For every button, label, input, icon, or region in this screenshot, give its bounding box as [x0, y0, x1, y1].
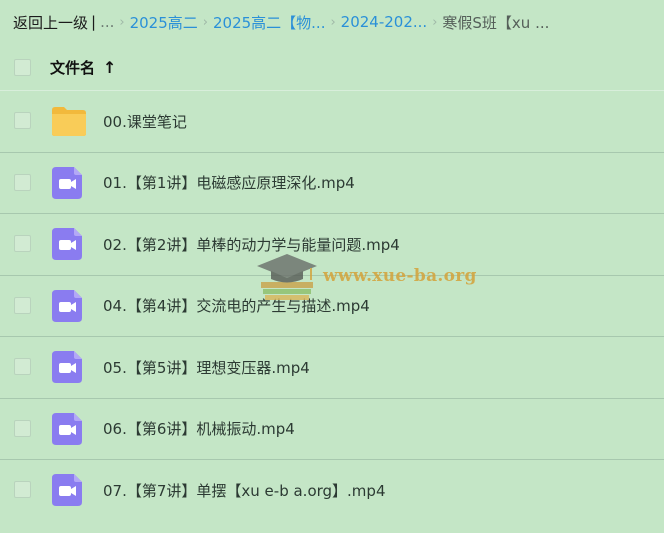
- table-row[interactable]: 01.【第1讲】电磁感应原理深化.mp4: [0, 151, 664, 214]
- table-row[interactable]: 05.【第5讲】理想变压器.mp4: [0, 336, 664, 398]
- file-name[interactable]: 00.课堂笔记: [103, 111, 187, 132]
- file-name[interactable]: 04.【第4讲】交流电的产生与描述.mp4: [103, 295, 370, 316]
- breadcrumb-current: 寒假S班【xu ...: [442, 13, 550, 32]
- row-checkbox[interactable]: [14, 419, 31, 437]
- chevron-right-icon: ›: [202, 14, 208, 30]
- chevron-right-icon: ›: [330, 14, 336, 30]
- breadcrumb-ellipsis[interactable]: ...: [100, 13, 114, 31]
- video-icon: [52, 474, 82, 506]
- file-list: 00.课堂笔记 01.【第1讲】电磁感应原理深化.mp4 02.【第2讲】单棒的…: [0, 90, 664, 521]
- breadcrumb-item[interactable]: 2025高二: [130, 12, 198, 33]
- chevron-right-icon: ›: [432, 14, 438, 30]
- breadcrumb-item[interactable]: 2024-202...: [341, 13, 428, 31]
- table-row[interactable]: 02.【第2讲】单棒的动力学与能量问题.mp4: [0, 213, 664, 275]
- sort-by-name-header[interactable]: 文件名 ↑: [50, 57, 116, 78]
- file-name[interactable]: 05.【第5讲】理想变压器.mp4: [103, 357, 310, 378]
- select-all-checkbox[interactable]: [14, 58, 31, 76]
- file-name[interactable]: 06.【第6讲】机械振动.mp4: [103, 418, 295, 439]
- breadcrumb-item[interactable]: 2025高二【物...: [213, 12, 325, 33]
- video-icon: [52, 228, 82, 260]
- video-icon: [52, 351, 82, 383]
- row-checkbox[interactable]: [14, 481, 31, 498]
- video-icon: [52, 166, 82, 199]
- row-checkbox[interactable]: [14, 358, 31, 375]
- arrow-up-icon: ↑: [103, 57, 117, 77]
- table-row[interactable]: 00.课堂笔记: [0, 90, 664, 152]
- breadcrumb-divider: |: [91, 13, 97, 31]
- column-header-label: 文件名: [50, 58, 96, 77]
- video-icon: [52, 412, 82, 445]
- table-row[interactable]: 06.【第6讲】机械振动.mp4: [0, 397, 664, 460]
- folder-icon: [52, 107, 86, 136]
- table-row[interactable]: 07.【第7讲】单摆【xu e-b a.org】.mp4: [0, 459, 664, 521]
- row-checkbox[interactable]: [14, 112, 31, 129]
- video-icon: [52, 289, 82, 322]
- file-name[interactable]: 07.【第7讲】单摆【xu e-b a.org】.mp4: [103, 480, 386, 501]
- file-name[interactable]: 02.【第2讲】单棒的动力学与能量问题.mp4: [103, 234, 400, 255]
- table-row[interactable]: 04.【第4讲】交流电的产生与描述.mp4: [0, 274, 664, 337]
- file-name[interactable]: 01.【第1讲】电磁感应原理深化.mp4: [103, 172, 355, 193]
- table-header: 文件名 ↑: [0, 44, 664, 90]
- back-link[interactable]: 返回上一级: [13, 12, 88, 33]
- row-checkbox[interactable]: [14, 173, 31, 191]
- row-checkbox[interactable]: [14, 296, 31, 314]
- breadcrumb: 返回上一级 | ... › 2025高二 › 2025高二【物... › 202…: [0, 0, 664, 44]
- chevron-right-icon: ›: [119, 14, 125, 30]
- row-checkbox[interactable]: [14, 235, 31, 252]
